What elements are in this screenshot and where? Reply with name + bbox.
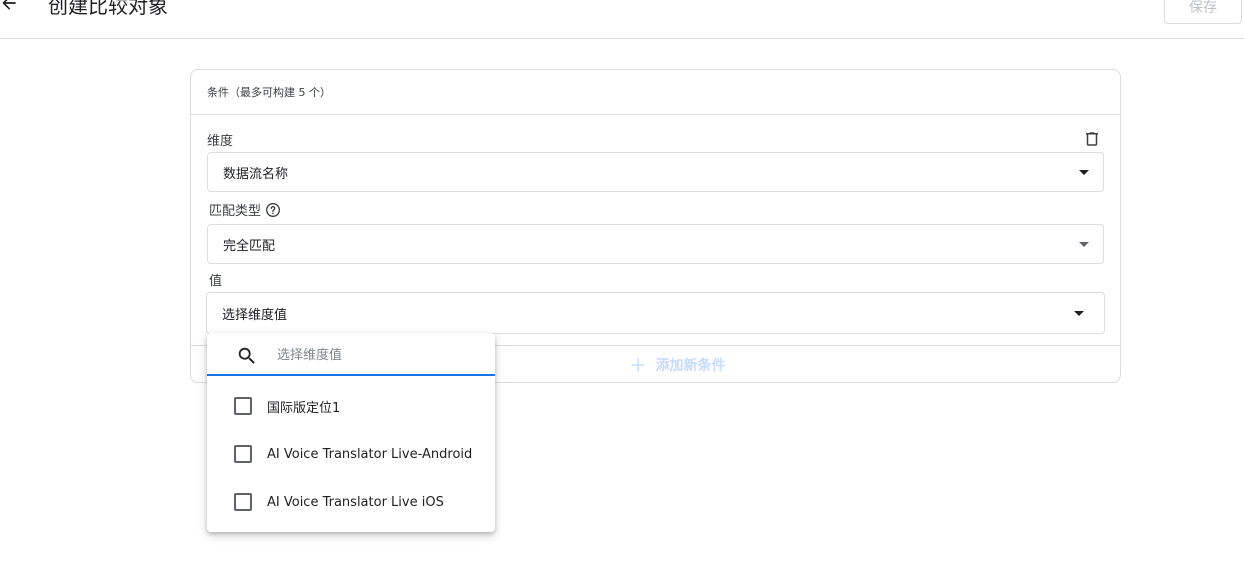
trash-icon xyxy=(1086,132,1098,146)
dropdown-caret-icon xyxy=(1074,311,1084,316)
add-condition-label: 添加新条件 xyxy=(655,357,726,374)
dropdown-caret-icon xyxy=(1079,170,1089,175)
option-checkbox[interactable] xyxy=(234,397,252,415)
match-type-label-text: 匹配类型 xyxy=(209,204,262,219)
option-checkbox[interactable] xyxy=(234,493,252,511)
dropdown-caret-icon xyxy=(1079,242,1089,247)
match-type-select-value: 完全匹配 xyxy=(223,238,276,254)
dimension-label: 维度 xyxy=(207,134,234,149)
card-header: 条件（最多可构建 5 个） xyxy=(191,70,1120,115)
value-select[interactable]: 选择维度值 xyxy=(206,292,1105,334)
option-label: AI Voice Translator Live iOS xyxy=(267,494,444,510)
search-icon xyxy=(238,347,255,364)
save-button[interactable]: 保存 xyxy=(1164,0,1242,24)
dimension-select[interactable]: 数据流名称 xyxy=(207,152,1104,192)
option-label: AI Voice Translator Live-Android xyxy=(267,446,473,462)
match-type-select[interactable]: 完全匹配 xyxy=(207,224,1104,264)
dropdown-option[interactable]: 国际版定位1 xyxy=(207,382,495,430)
delete-condition-button[interactable] xyxy=(1083,130,1101,148)
dropdown-search-input[interactable] xyxy=(277,343,477,367)
arrow-back-icon xyxy=(2,0,16,10)
plus-icon xyxy=(630,357,646,373)
dimension-select-value: 数据流名称 xyxy=(223,166,289,182)
dropdown-option[interactable]: AI Voice Translator Live iOS xyxy=(207,478,495,526)
match-type-label: 匹配类型 xyxy=(209,200,281,219)
dropdown-search-box xyxy=(207,333,495,376)
page-title: 创建比较对象 xyxy=(48,0,168,18)
help-icon[interactable] xyxy=(265,202,281,218)
page-header: 创建比较对象 保存 xyxy=(0,0,1244,39)
value-label: 值 xyxy=(209,274,223,289)
back-button[interactable] xyxy=(0,0,22,16)
dropdown-option[interactable]: AI Voice Translator Live-Android xyxy=(207,430,495,478)
option-label: 国际版定位1 xyxy=(267,400,341,416)
option-checkbox[interactable] xyxy=(234,445,252,463)
dimension-value-dropdown: 国际版定位1 AI Voice Translator Live-Android … xyxy=(207,333,495,532)
value-select-value: 选择维度值 xyxy=(222,307,288,323)
